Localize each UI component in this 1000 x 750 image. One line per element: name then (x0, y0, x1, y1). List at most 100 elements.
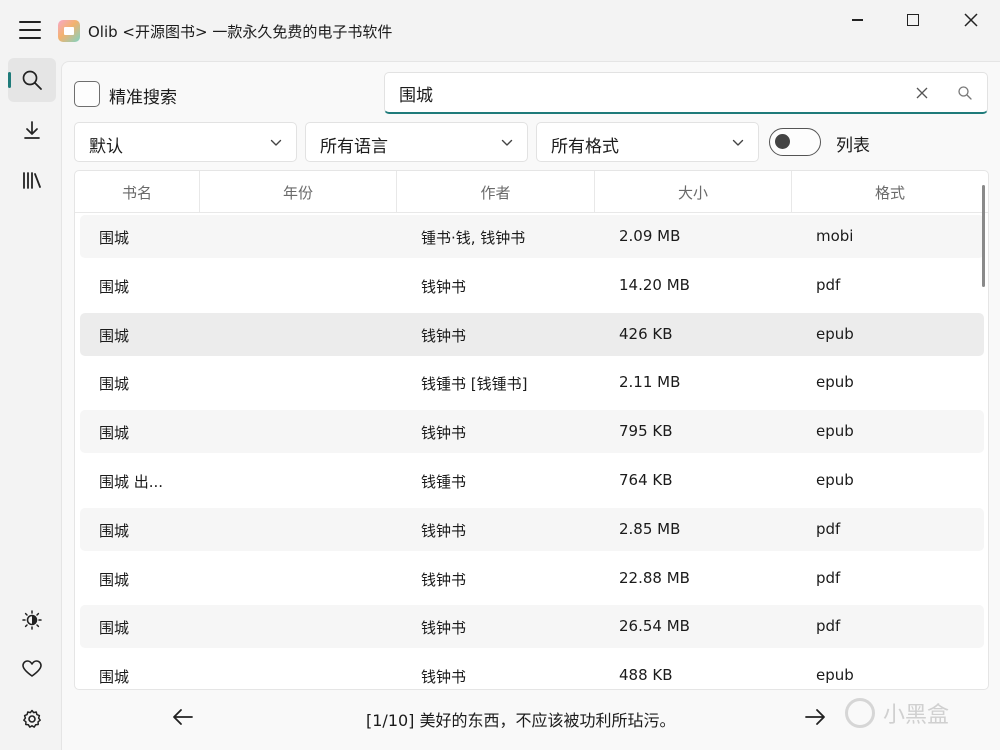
column-header-size[interactable]: 大小 (595, 171, 792, 213)
sort-dropdown[interactable]: 默认 (74, 122, 297, 162)
nav-search[interactable] (8, 58, 56, 102)
library-icon (23, 172, 41, 189)
table-row[interactable]: 围城 钱钟书 14.20 MB pdf (80, 264, 984, 307)
table-row[interactable]: 围城 钱钟书 26.54 MB pdf (80, 605, 984, 649)
table-row[interactable]: 围城 钱钟书 488 KB epub (80, 654, 984, 689)
size-cell: 2.09 MB (619, 227, 681, 245)
nav-settings[interactable] (8, 697, 56, 741)
chevron-down-icon (501, 139, 513, 146)
format-cell: epub (816, 471, 854, 489)
table-row[interactable]: 围城 钱钟书 795 KB epub (80, 410, 984, 454)
table-row[interactable]: 围城 钱钟书 426 KB epub (80, 312, 984, 356)
size-cell: 764 KB (619, 471, 673, 489)
format-cell: pdf (816, 275, 841, 294)
title-bar: Olib <开源图书> 一款永久免费的电子书软件 (0, 0, 1000, 60)
book-name-cell: 围城 (99, 570, 130, 589)
main-panel: 精准搜索 默认 所有语言 所有格式 列表 书名 年份 作者 大小 格式 围城 锺书… (61, 61, 1000, 750)
book-name-cell: 围城 (99, 424, 130, 443)
toggle-knob (775, 134, 790, 149)
menu-icon[interactable] (19, 21, 41, 39)
book-name-cell: 围城 (99, 521, 130, 540)
next-arrow-icon[interactable] (802, 704, 828, 730)
footer-quote: [1/10] 美好的东西，不应该被功利所玷污。 (366, 711, 676, 730)
clear-icon[interactable] (915, 86, 929, 100)
column-header-year[interactable]: 年份 (200, 171, 397, 213)
author-cell: 钱钟书 (421, 521, 467, 540)
gear-icon (23, 709, 41, 728)
maximize-button[interactable] (884, 0, 942, 40)
sort-dropdown-value: 默认 (89, 137, 123, 157)
column-header-format[interactable]: 格式 (792, 171, 988, 213)
author-cell: 钱钟书 (421, 424, 467, 443)
size-cell: 2.85 MB (619, 519, 681, 538)
watermark: 小黑盒 (845, 697, 949, 729)
language-dropdown-value: 所有语言 (320, 137, 388, 157)
table-row[interactable]: 围城 钱锺书 [钱锺书] 2.11 MB epub (80, 361, 984, 404)
format-dropdown[interactable]: 所有格式 (536, 122, 759, 162)
language-dropdown[interactable]: 所有语言 (305, 122, 528, 162)
minimize-button[interactable] (828, 0, 886, 40)
author-cell: 钱钟书 (421, 277, 467, 296)
table-row[interactable]: 围城 出... 钱锺书 764 KB epub (80, 459, 984, 502)
maximize-icon (907, 14, 919, 26)
format-cell: epub (816, 666, 854, 685)
book-name-cell: 围城 (99, 375, 130, 394)
size-cell: 2.11 MB (619, 373, 681, 392)
table-row[interactable]: 围城 锺书·钱, 钱钟书 2.09 MB mobi (80, 215, 984, 258)
author-cell: 钱锺书 [钱锺书] (421, 375, 528, 394)
author-cell: 钱钟书 (421, 619, 467, 638)
size-cell: 795 KB (619, 422, 673, 441)
author-cell: 钱钟书 (421, 570, 467, 589)
size-cell: 14.20 MB (619, 275, 690, 294)
search-input[interactable] (399, 82, 879, 104)
format-cell: epub (816, 324, 854, 343)
format-cell: pdf (816, 519, 841, 538)
size-cell: 426 KB (619, 324, 673, 343)
author-cell: 钱钟书 (421, 668, 467, 687)
size-cell: 488 KB (619, 666, 673, 685)
download-icon (24, 121, 40, 139)
nav-library[interactable] (8, 158, 56, 202)
column-header-name[interactable]: 书名 (75, 171, 200, 213)
nav-theme[interactable] (8, 598, 56, 642)
exact-search-label: 精准搜索 (109, 88, 177, 108)
format-cell: epub (816, 422, 854, 441)
close-icon (964, 13, 978, 27)
list-view-toggle[interactable] (769, 128, 821, 156)
author-cell: 锺书·钱, 钱钟书 (421, 229, 526, 247)
close-button[interactable] (942, 0, 1000, 40)
theme-icon (22, 610, 42, 630)
table-row[interactable]: 围城 钱钟书 22.88 MB pdf (80, 557, 984, 600)
previous-arrow-icon[interactable] (170, 704, 196, 730)
search-box[interactable] (384, 72, 988, 114)
list-view-label: 列表 (836, 136, 870, 156)
heart-icon (22, 660, 42, 677)
book-name-cell: 围城 (99, 619, 130, 638)
book-name-cell: 围城 (99, 277, 130, 296)
exact-search-checkbox[interactable] (74, 81, 100, 107)
column-header-author[interactable]: 作者 (397, 171, 595, 213)
app-logo-icon (58, 20, 80, 42)
search-icon (22, 70, 42, 90)
table-header: 书名 年份 作者 大小 格式 (75, 171, 988, 213)
watermark-logo-icon (845, 698, 875, 728)
nav-downloads[interactable] (8, 108, 56, 152)
window-title: Olib <开源图书> 一款永久免费的电子书软件 (88, 23, 393, 41)
book-name-cell: 围城 (99, 326, 130, 345)
format-cell: mobi (816, 227, 854, 245)
author-cell: 钱锺书 (421, 473, 467, 491)
format-dropdown-value: 所有格式 (551, 137, 619, 157)
book-name-cell: 围城 (99, 668, 130, 687)
table-scrollbar[interactable] (982, 185, 985, 287)
chevron-down-icon (732, 139, 744, 146)
chevron-down-icon (270, 139, 282, 146)
author-cell: 钱钟书 (421, 326, 467, 345)
search-submit-icon[interactable] (957, 85, 973, 101)
watermark-text: 小黑盒 (883, 703, 950, 728)
nav-favorites[interactable] (8, 647, 56, 691)
book-name-cell: 围城 (99, 229, 130, 247)
table-row[interactable]: 围城 钱钟书 2.85 MB pdf (80, 507, 984, 551)
book-name-cell: 围城 出... (99, 473, 164, 491)
size-cell: 26.54 MB (619, 617, 690, 636)
format-cell: pdf (816, 617, 841, 636)
